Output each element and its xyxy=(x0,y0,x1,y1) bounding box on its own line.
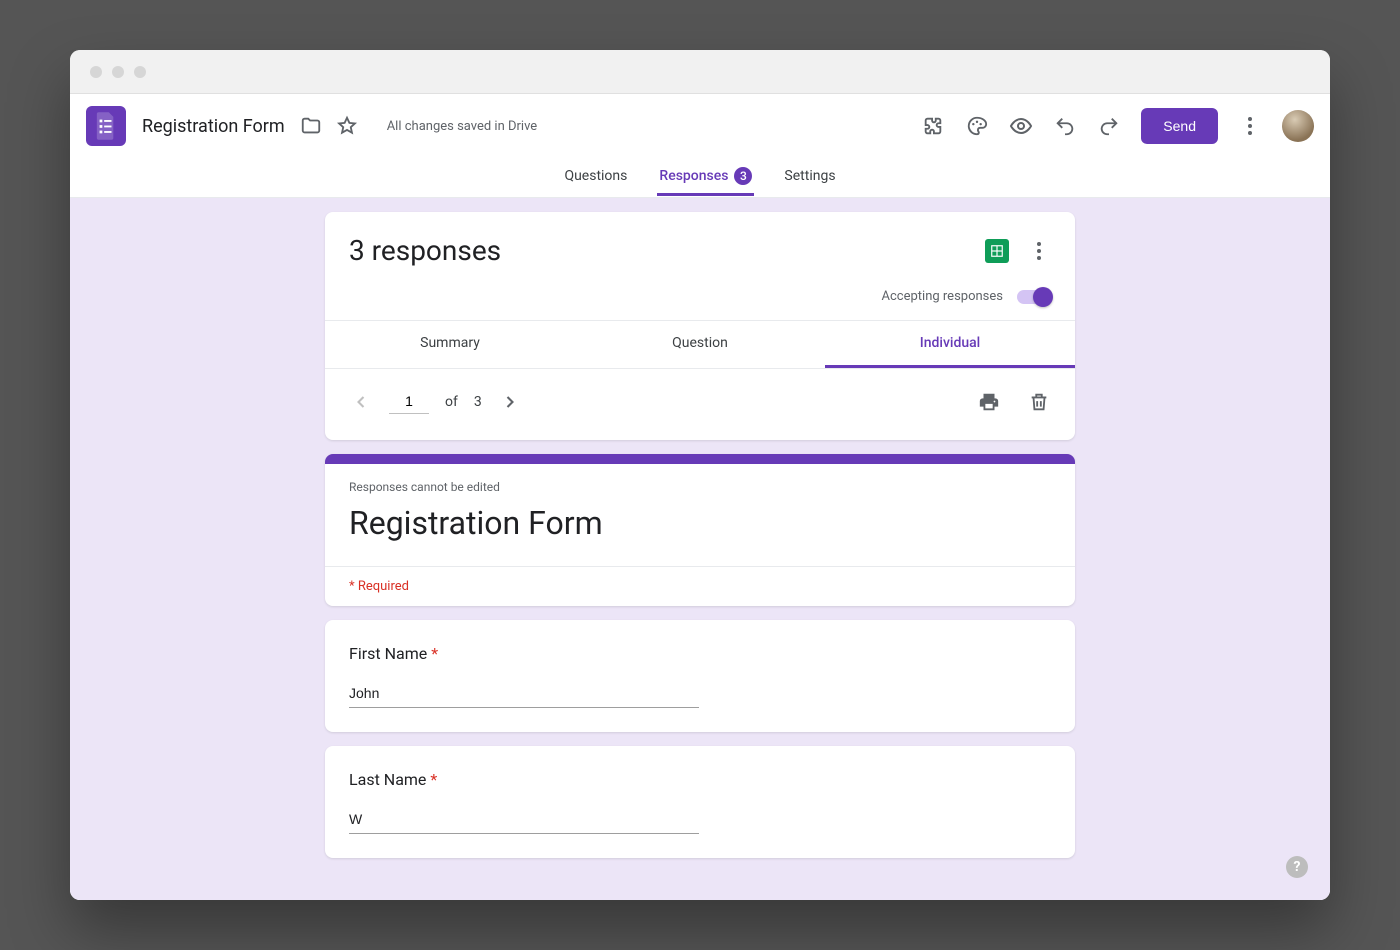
pager-prev-icon[interactable] xyxy=(349,390,373,414)
delete-icon[interactable] xyxy=(1027,390,1051,414)
pager-current-input[interactable] xyxy=(389,389,429,414)
account-avatar[interactable] xyxy=(1282,110,1314,142)
sheets-icon[interactable] xyxy=(985,239,1009,263)
required-legend: * Required xyxy=(325,566,1075,606)
response-edit-note: Responses cannot be edited xyxy=(349,480,1051,494)
forms-app-icon[interactable] xyxy=(86,106,126,146)
traffic-light-min[interactable] xyxy=(112,66,124,78)
send-button[interactable]: Send xyxy=(1141,108,1218,144)
responses-overflow-icon[interactable] xyxy=(1027,239,1051,263)
main-canvas: 3 responses Accepting responses Summary … xyxy=(70,198,1330,900)
accepting-responses-toggle[interactable] xyxy=(1017,290,1051,304)
question-card: First Name * xyxy=(325,620,1075,732)
response-form-title: Registration Form xyxy=(349,504,1051,542)
main-tabs: Questions Responses 3 Settings xyxy=(70,158,1330,198)
accepting-responses-label: Accepting responses xyxy=(882,289,1004,304)
subtab-summary[interactable]: Summary xyxy=(325,321,575,368)
question-card: Last Name * xyxy=(325,746,1075,858)
traffic-light-max[interactable] xyxy=(134,66,146,78)
save-status-text: All changes saved in Drive xyxy=(387,119,538,134)
app-header: Registration Form All changes saved in D… xyxy=(70,94,1330,158)
responses-count-badge: 3 xyxy=(734,167,752,185)
help-icon[interactable]: ? xyxy=(1286,856,1308,878)
header-overflow-icon[interactable] xyxy=(1238,114,1262,138)
star-icon[interactable] xyxy=(335,114,359,138)
response-pager: of 3 xyxy=(325,368,1075,440)
traffic-light-close[interactable] xyxy=(90,66,102,78)
subtab-individual[interactable]: Individual xyxy=(825,321,1075,368)
tab-questions[interactable]: Questions xyxy=(562,160,629,195)
response-header-card: Responses cannot be edited Registration … xyxy=(325,454,1075,606)
answer-field xyxy=(349,683,699,708)
question-label: First Name * xyxy=(349,644,1051,663)
window-titlebar xyxy=(70,50,1330,94)
form-title[interactable]: Registration Form xyxy=(142,116,285,137)
print-icon[interactable] xyxy=(977,390,1001,414)
redo-icon[interactable] xyxy=(1097,114,1121,138)
folder-icon[interactable] xyxy=(299,114,323,138)
pager-total: 3 xyxy=(474,394,482,410)
question-label: Last Name * xyxy=(349,770,1051,789)
responses-card: 3 responses Accepting responses Summary … xyxy=(325,212,1075,440)
responses-count-heading: 3 responses xyxy=(349,234,985,267)
palette-icon[interactable] xyxy=(965,114,989,138)
answer-field xyxy=(349,809,699,834)
addons-icon[interactable] xyxy=(921,114,945,138)
pager-next-icon[interactable] xyxy=(498,390,522,414)
tab-responses[interactable]: Responses 3 xyxy=(657,159,754,196)
preview-icon[interactable] xyxy=(1009,114,1033,138)
responses-subtabs: Summary Question Individual xyxy=(325,320,1075,368)
subtab-question[interactable]: Question xyxy=(575,321,825,368)
undo-icon[interactable] xyxy=(1053,114,1077,138)
pager-of-label: of xyxy=(445,394,458,410)
tab-responses-label: Responses xyxy=(659,168,728,184)
tab-settings[interactable]: Settings xyxy=(782,160,837,195)
